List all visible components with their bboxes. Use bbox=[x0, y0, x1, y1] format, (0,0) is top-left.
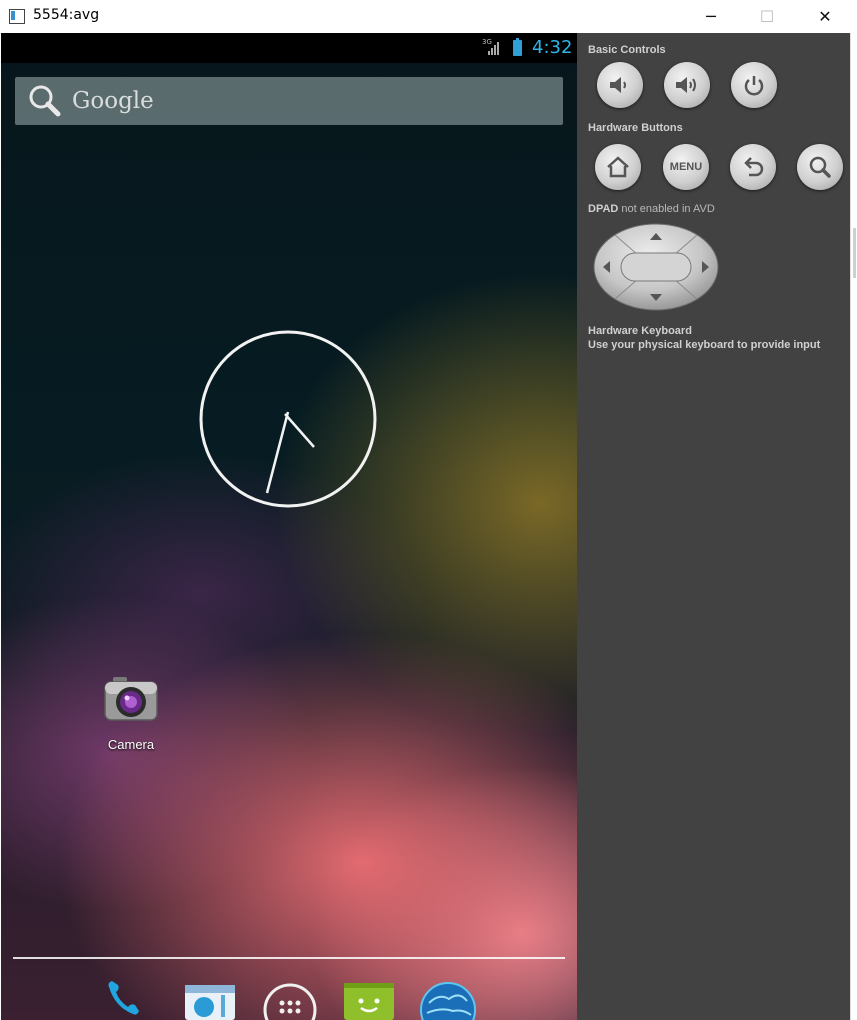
google-label: Google bbox=[72, 88, 154, 114]
hardware-keyboard-label: Hardware Keyboard bbox=[588, 325, 692, 337]
volume-up-icon bbox=[676, 77, 696, 93]
volume-down-icon bbox=[610, 77, 626, 93]
status-bar: 3G 4:32 bbox=[1, 33, 577, 63]
power-icon bbox=[744, 76, 764, 96]
clock-hour-hand bbox=[284, 413, 315, 448]
close-button[interactable]: ✕ bbox=[802, 0, 848, 33]
signal-icon bbox=[488, 42, 499, 55]
menu-button[interactable]: MENU bbox=[663, 144, 709, 190]
all-apps-icon[interactable] bbox=[261, 981, 319, 1020]
dock-divider bbox=[13, 957, 565, 959]
dpad-note: not enabled in AVD bbox=[621, 203, 715, 215]
camera-app-label: Camera bbox=[107, 737, 155, 752]
window-titlebar: 5554:avg ─ ☐ ✕ bbox=[0, 0, 857, 34]
search-button[interactable] bbox=[797, 144, 843, 190]
dpad-label: DPAD not enabled in AVD bbox=[588, 203, 715, 215]
people-icon[interactable] bbox=[185, 981, 237, 1020]
android-screen[interactable]: 3G 4:32 Google Camera bbox=[1, 33, 577, 1020]
dpad-control[interactable] bbox=[593, 223, 719, 311]
volume-down-button[interactable] bbox=[597, 62, 643, 108]
camera-icon bbox=[104, 677, 158, 721]
maximize-button[interactable]: ☐ bbox=[744, 0, 790, 33]
play-store-icon[interactable] bbox=[342, 981, 396, 1020]
home-icon bbox=[607, 156, 629, 178]
search-icon bbox=[29, 85, 61, 117]
battery-icon bbox=[513, 38, 522, 56]
back-icon bbox=[744, 157, 764, 177]
back-button[interactable] bbox=[730, 144, 776, 190]
minimize-button[interactable]: ─ bbox=[688, 0, 734, 33]
search-icon bbox=[809, 156, 831, 178]
phone-icon[interactable] bbox=[103, 981, 159, 1020]
hardware-keyboard-note: Use your physical keyboard to provide in… bbox=[588, 339, 821, 351]
analog-clock-widget[interactable] bbox=[199, 330, 377, 508]
power-button[interactable] bbox=[731, 62, 777, 108]
dpad-title: DPAD bbox=[588, 203, 619, 215]
basic-controls-label: Basic Controls bbox=[588, 44, 666, 56]
panel-scrollbar[interactable] bbox=[850, 33, 857, 1020]
status-time: 4:32 bbox=[532, 37, 573, 58]
window-title: 5554:avg bbox=[33, 7, 100, 23]
camera-app-shortcut[interactable]: Camera bbox=[91, 673, 171, 753]
volume-up-button[interactable] bbox=[664, 62, 710, 108]
google-search-bar[interactable]: Google bbox=[15, 77, 563, 125]
menu-button-label: MENU bbox=[669, 161, 703, 173]
clock-minute-hand bbox=[265, 411, 290, 494]
browser-icon[interactable] bbox=[419, 981, 477, 1020]
home-button[interactable] bbox=[595, 144, 641, 190]
hardware-buttons-label: Hardware Buttons bbox=[588, 122, 683, 134]
app-window-icon bbox=[9, 9, 25, 24]
